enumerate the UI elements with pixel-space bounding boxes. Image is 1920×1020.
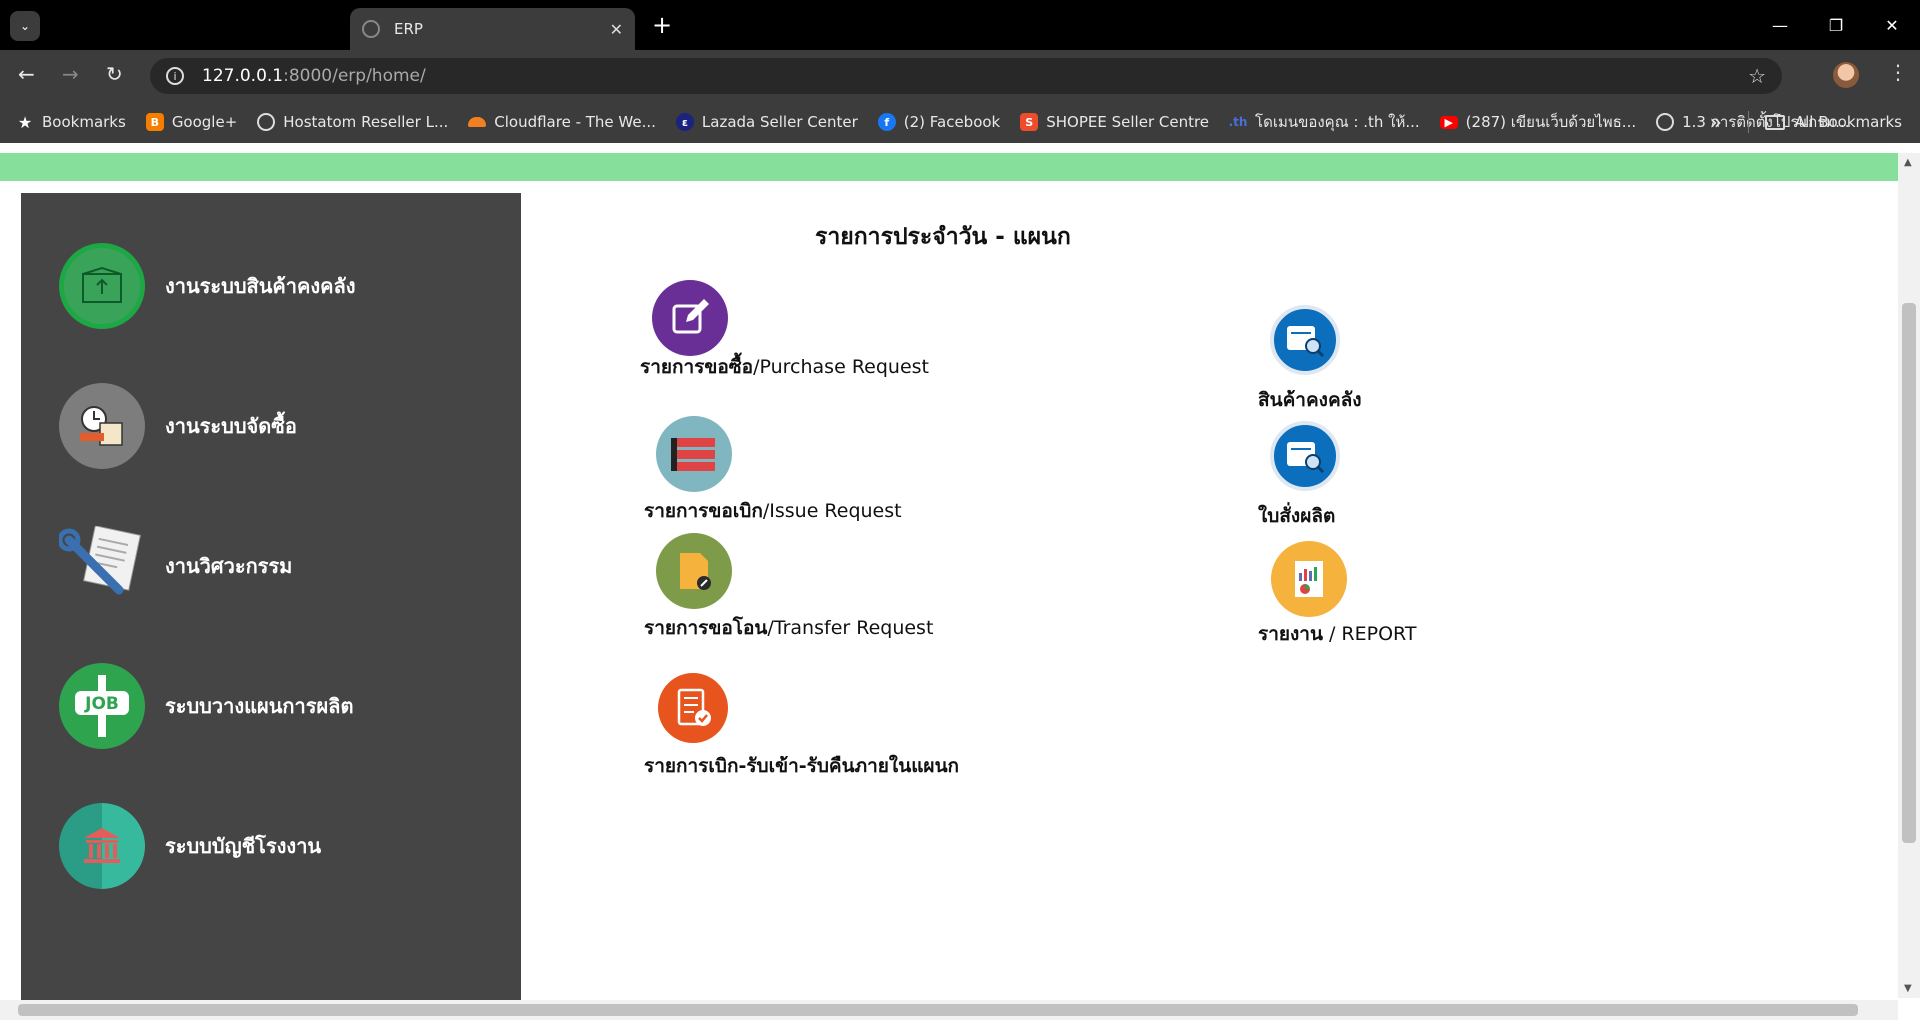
- url-host: 127.0.0.1: [202, 66, 284, 86]
- menu-label: รายงาน / REPORT: [1258, 623, 1417, 645]
- menu-item-report[interactable]: รายงาน / REPORT: [1258, 541, 1416, 645]
- bookmarks-right: » All Bookmarks: [1710, 110, 1902, 134]
- sidebar-label: งานระบบจัดซื้อ: [165, 414, 297, 438]
- reload-icon[interactable]: ↻: [106, 62, 123, 86]
- job-sign-icon: JOB: [59, 663, 145, 749]
- horizontal-scrollbar[interactable]: [0, 1000, 1898, 1020]
- window-controls: — ❐ ✕: [1752, 0, 1920, 50]
- bookmark-item[interactable]: B Google+: [145, 113, 237, 131]
- menu-label: รายการขอเบิก/Issue Request: [644, 500, 902, 522]
- sidebar-item-inventory[interactable]: งานระบบสินค้าคงคลัง: [59, 243, 356, 329]
- sidebar-label: ระบบวางแผนการผลิต: [165, 694, 354, 718]
- bookmark-item[interactable]: Hostatom Reseller L...: [257, 113, 448, 131]
- star-icon: ★: [17, 112, 33, 132]
- sidebar-item-engineering[interactable]: งานวิศวะกรรม: [59, 523, 292, 609]
- close-window-icon[interactable]: ✕: [1864, 0, 1920, 50]
- browser-toolbar: ← → ↻ i 127.0.0.1 :8000/erp/home/ ☆ ⋮: [0, 50, 1920, 101]
- blogger-icon: B: [145, 113, 164, 131]
- svg-text:JOB: JOB: [84, 694, 119, 714]
- menu-item-issue-request[interactable]: รายการขอเบิก/Issue Request: [644, 416, 902, 522]
- folder-icon: [1764, 114, 1785, 130]
- globe-icon: [1656, 113, 1675, 131]
- globe-icon: [257, 113, 276, 131]
- browser-chrome: ⌄ ERP ✕ + — ❐ ✕ ← → ↻ i 127.0.0.1 :8000/…: [0, 0, 1920, 143]
- page-viewport: งานระบบสินค้าคงคลัง งานระบบจัดซื้อ งานวิ…: [0, 143, 1920, 1020]
- new-tab-button[interactable]: +: [652, 10, 672, 40]
- menu-item-inventory[interactable]: สินค้าคงคลัง: [1258, 305, 1362, 411]
- menu-item-internal-issue-receive-return[interactable]: รายการเบิก-รับเข้า-รับคืนภายในแผนก: [644, 673, 959, 777]
- checklist-icon: [658, 673, 728, 743]
- back-icon[interactable]: ←: [18, 62, 35, 86]
- menu-label: สินค้าคงคลัง: [1258, 389, 1362, 411]
- url-path: :8000/erp/home/: [283, 66, 426, 86]
- youtube-icon: ▶: [1439, 115, 1458, 129]
- sidebar-item-factory-accounting[interactable]: ระบบบัญชีโรงงาน: [59, 803, 321, 889]
- divider: [1747, 111, 1749, 133]
- cloudflare-icon: [468, 117, 487, 127]
- bookmark-item[interactable]: ★ Bookmarks: [16, 112, 126, 132]
- search-card-icon: [1270, 305, 1340, 375]
- address-bar[interactable]: i 127.0.0.1 :8000/erp/home/ ☆: [150, 58, 1782, 94]
- menu-label: รายการขอซื้อ/Purchase Request: [640, 356, 929, 378]
- list-icon: [656, 416, 732, 492]
- bookmark-item[interactable]: .th โดเมนของคุณ : .th ให้...: [1229, 110, 1420, 134]
- menu-label: ใบสั่งผลิต: [1258, 505, 1336, 527]
- bookmark-item[interactable]: ε Lazada Seller Center: [675, 113, 858, 131]
- menu-label: รายการขอโอน/Transfer Request: [644, 617, 934, 639]
- page-title: รายการประจำวัน - แผนก: [815, 224, 1071, 250]
- sidebar: งานระบบสินค้าคงคลัง งานระบบจัดซื้อ งานวิ…: [21, 193, 521, 1000]
- more-bookmarks-icon[interactable]: »: [1710, 110, 1722, 134]
- restore-icon[interactable]: ❐: [1808, 0, 1864, 50]
- forward-icon[interactable]: →: [62, 62, 79, 86]
- bookmarks-bar: ★ Bookmarks B Google+ Hostatom Reseller L.…: [0, 101, 1920, 143]
- sidebar-label: งานวิศวะกรรม: [165, 554, 293, 578]
- edit-icon: [652, 280, 728, 356]
- sidebar-label: ระบบบัญชีโรงงาน: [165, 834, 322, 858]
- tab-search-button[interactable]: ⌄: [10, 11, 40, 41]
- bookmark-item[interactable]: ▶ (287) เขียนเว็บด้วยไพธ...: [1439, 110, 1636, 134]
- globe-icon: [362, 20, 380, 38]
- report-chart-icon: [1271, 541, 1347, 617]
- shopee-icon: S: [1020, 113, 1039, 131]
- tab-strip: ⌄ ERP ✕ + — ❐ ✕: [0, 0, 1920, 50]
- site-info-icon[interactable]: i: [166, 67, 184, 85]
- scrollbar-thumb[interactable]: [18, 1004, 1858, 1016]
- bookmark-item[interactable]: Cloudflare - The We...: [468, 113, 656, 131]
- tab-title: ERP: [394, 20, 423, 38]
- bookmark-star-icon[interactable]: ☆: [1748, 64, 1766, 88]
- scroll-up-icon[interactable]: ▲: [1904, 157, 1912, 168]
- warehouse-box-icon: [59, 243, 145, 329]
- sidebar-item-production-planning[interactable]: JOB ระบบวางแผนการผลิต: [59, 663, 353, 749]
- sidebar-item-purchasing[interactable]: งานระบบจัดซื้อ: [59, 383, 297, 469]
- menu-item-production-order[interactable]: ใบสั่งผลิต: [1258, 421, 1340, 527]
- lazada-icon: ε: [675, 113, 694, 131]
- active-tab[interactable]: ERP ✕: [350, 8, 635, 50]
- search-card-icon: [1270, 421, 1340, 491]
- th-icon: .th: [1228, 115, 1248, 129]
- document-icon: [656, 533, 732, 609]
- top-green-bar: [0, 153, 1898, 181]
- bank-icon: [59, 803, 145, 889]
- menu-item-purchase-request[interactable]: รายการขอซื้อ/Purchase Request: [640, 280, 929, 378]
- profile-avatar[interactable]: [1833, 62, 1859, 88]
- menu-kebab-icon[interactable]: ⋮: [1888, 60, 1908, 84]
- inactive-tab[interactable]: [52, 8, 344, 50]
- menu-item-transfer-request[interactable]: รายการขอโอน/Transfer Request: [644, 533, 933, 639]
- sidebar-label: งานระบบสินค้าคงคลัง: [165, 274, 356, 298]
- bookmark-item[interactable]: f (2) Facebook: [877, 113, 1000, 131]
- bookmark-item[interactable]: S SHOPEE Seller Centre: [1020, 113, 1209, 131]
- menu-label: รายการเบิก-รับเข้า-รับคืนภายในแผนก: [644, 755, 960, 777]
- facebook-icon: f: [877, 113, 896, 131]
- purchasing-icon: [59, 383, 145, 469]
- vertical-scrollbar[interactable]: ▲ ▼: [1898, 153, 1920, 998]
- engineering-wrench-icon: [59, 523, 145, 609]
- scrollbar-thumb[interactable]: [1902, 303, 1916, 843]
- all-bookmarks-link[interactable]: All Bookmarks: [1795, 113, 1902, 131]
- minimize-icon[interactable]: —: [1752, 0, 1808, 50]
- scroll-down-icon[interactable]: ▼: [1904, 983, 1912, 994]
- close-tab-icon[interactable]: ✕: [610, 20, 623, 39]
